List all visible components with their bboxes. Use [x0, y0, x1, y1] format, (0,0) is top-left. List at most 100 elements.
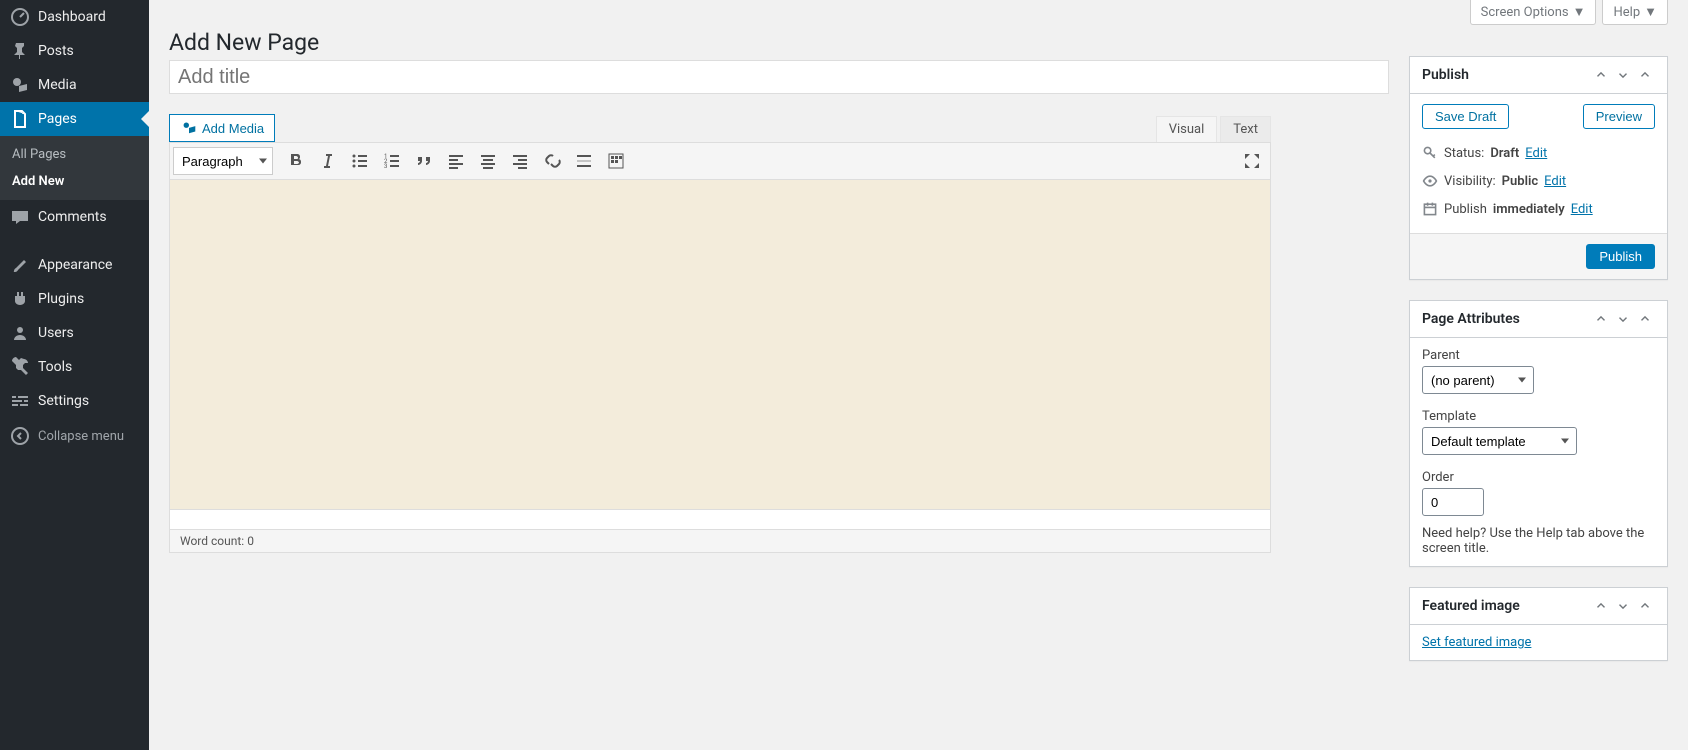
- toggle-button[interactable]: [1635, 65, 1655, 85]
- menu-label: Users: [38, 325, 74, 341]
- template-select[interactable]: Default template: [1422, 427, 1577, 455]
- edit-visibility-link[interactable]: Edit: [1544, 174, 1566, 189]
- collapse-icon: [10, 426, 30, 446]
- word-count: 0: [247, 534, 254, 548]
- chevron-down-icon: ▼: [1644, 4, 1657, 20]
- publish-button[interactable]: Publish: [1586, 244, 1655, 269]
- bullet-list-button[interactable]: [345, 146, 375, 176]
- publish-box: Publish Save Draft Preview: [1409, 56, 1668, 280]
- edit-status-link[interactable]: Edit: [1525, 146, 1547, 161]
- menu-plugins[interactable]: Plugins: [0, 282, 149, 316]
- main-content: Screen Options ▼ Help ▼ Add New Page: [149, 0, 1688, 750]
- wrench-icon: [10, 357, 30, 377]
- align-left-button[interactable]: [441, 146, 471, 176]
- editor-resize-handle[interactable]: [169, 510, 1271, 530]
- menu-media[interactable]: Media: [0, 68, 149, 102]
- submenu-add-new[interactable]: Add New: [0, 168, 149, 195]
- read-more-button[interactable]: [569, 146, 599, 176]
- help-tab[interactable]: Help ▼: [1602, 0, 1668, 25]
- media-icon: [10, 75, 30, 95]
- featured-box-title: Featured image: [1422, 598, 1520, 614]
- eye-icon: [1422, 173, 1438, 189]
- calendar-icon: [1422, 201, 1438, 217]
- publish-time: immediately: [1493, 202, 1565, 217]
- quote-button[interactable]: [409, 146, 439, 176]
- user-icon: [10, 323, 30, 343]
- preview-button[interactable]: Preview: [1583, 104, 1655, 129]
- menu-comments[interactable]: Comments: [0, 200, 149, 234]
- bold-button[interactable]: [281, 146, 311, 176]
- menu-posts[interactable]: Posts: [0, 34, 149, 68]
- toolbar-toggle-button[interactable]: [601, 146, 631, 176]
- pages-icon: [10, 109, 30, 129]
- collapse-menu[interactable]: Collapse menu: [0, 418, 149, 454]
- plug-icon: [10, 289, 30, 309]
- save-draft-button[interactable]: Save Draft: [1422, 104, 1509, 129]
- move-up-button[interactable]: [1591, 596, 1611, 616]
- admin-sidebar: Dashboard Posts Media Pages All Pages Ad…: [0, 0, 149, 750]
- status-value: Draft: [1490, 146, 1519, 161]
- collapse-label: Collapse menu: [38, 429, 124, 444]
- sliders-icon: [10, 391, 30, 411]
- toggle-button[interactable]: [1635, 309, 1655, 329]
- add-media-button[interactable]: Add Media: [169, 114, 275, 142]
- menu-label: Comments: [38, 209, 107, 225]
- svg-text:3: 3: [384, 163, 387, 170]
- menu-label: Posts: [38, 43, 74, 59]
- page-title: Add New Page: [169, 20, 1389, 60]
- page-attributes-box: Page Attributes Parent (no parent) Templ…: [1409, 300, 1668, 567]
- editor-toolbar: Paragraph 123: [169, 142, 1271, 180]
- parent-label: Parent: [1422, 348, 1655, 363]
- brush-icon: [10, 255, 30, 275]
- menu-settings[interactable]: Settings: [0, 384, 149, 418]
- title-input[interactable]: [169, 60, 1389, 94]
- move-down-button[interactable]: [1613, 596, 1633, 616]
- screen-options-tab[interactable]: Screen Options ▼: [1470, 0, 1597, 25]
- move-down-button[interactable]: [1613, 309, 1633, 329]
- menu-label: Plugins: [38, 291, 84, 307]
- parent-select[interactable]: (no parent): [1422, 366, 1534, 394]
- visual-tab[interactable]: Visual: [1156, 116, 1218, 142]
- camera-icon: [180, 118, 198, 139]
- menu-appearance[interactable]: Appearance: [0, 248, 149, 282]
- menu-label: Tools: [38, 359, 72, 375]
- chevron-down-icon: ▼: [1573, 4, 1586, 20]
- pin-icon: [10, 41, 30, 61]
- text-tab[interactable]: Text: [1220, 116, 1271, 142]
- align-right-button[interactable]: [505, 146, 535, 176]
- move-up-button[interactable]: [1591, 309, 1611, 329]
- order-label: Order: [1422, 470, 1655, 485]
- dashboard-icon: [10, 7, 30, 27]
- publish-box-title: Publish: [1422, 67, 1469, 83]
- content-editor[interactable]: [169, 180, 1271, 510]
- move-down-button[interactable]: [1613, 65, 1633, 85]
- key-icon: [1422, 145, 1438, 161]
- order-input[interactable]: [1422, 488, 1484, 516]
- visibility-value: Public: [1502, 174, 1538, 189]
- menu-label: Pages: [38, 111, 77, 127]
- toggle-button[interactable]: [1635, 596, 1655, 616]
- numbered-list-button[interactable]: 123: [377, 146, 407, 176]
- menu-label: Media: [38, 77, 77, 93]
- edit-publish-link[interactable]: Edit: [1571, 202, 1593, 217]
- menu-tools[interactable]: Tools: [0, 350, 149, 384]
- featured-image-box: Featured image Set featured image: [1409, 587, 1668, 661]
- comment-icon: [10, 207, 30, 227]
- link-button[interactable]: [537, 146, 567, 176]
- menu-users[interactable]: Users: [0, 316, 149, 350]
- attributes-box-title: Page Attributes: [1422, 311, 1520, 327]
- set-featured-image-link[interactable]: Set featured image: [1422, 635, 1531, 650]
- menu-label: Dashboard: [38, 9, 106, 25]
- move-up-button[interactable]: [1591, 65, 1611, 85]
- format-select[interactable]: Paragraph: [173, 147, 273, 175]
- status-bar: Word count: 0: [169, 530, 1271, 553]
- template-label: Template: [1422, 409, 1655, 424]
- menu-label: Settings: [38, 393, 89, 409]
- italic-button[interactable]: [313, 146, 343, 176]
- fullscreen-button[interactable]: [1237, 146, 1267, 176]
- menu-pages[interactable]: Pages: [0, 102, 149, 136]
- menu-dashboard[interactable]: Dashboard: [0, 0, 149, 34]
- submenu-all-pages[interactable]: All Pages: [0, 141, 149, 168]
- menu-label: Appearance: [38, 257, 112, 273]
- align-center-button[interactable]: [473, 146, 503, 176]
